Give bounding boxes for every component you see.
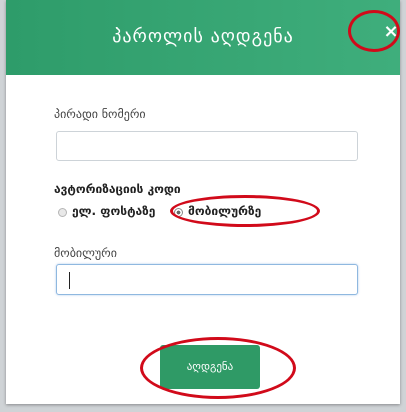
auth-code-label: ავტორიზაციის კოდი bbox=[54, 182, 181, 196]
password-recovery-modal: პაროლის აღდგენა × პირადი ნომერი ავტორიზა… bbox=[6, 0, 400, 404]
radio-mobile[interactable] bbox=[174, 208, 183, 217]
radio-email[interactable] bbox=[58, 208, 67, 217]
radio-mobile-label[interactable]: მობილურზე bbox=[188, 204, 261, 218]
mobile-input[interactable] bbox=[56, 264, 358, 295]
close-button[interactable]: × bbox=[382, 23, 400, 41]
mobile-label: მობილური bbox=[54, 246, 117, 260]
radio-email-label[interactable]: ელ. ფოსტაზე bbox=[72, 204, 155, 218]
modal-header: პაროლის აღდგენა × bbox=[6, 0, 400, 75]
personal-number-label: პირადი ნომერი bbox=[54, 107, 146, 121]
modal-title: პაროლის აღდგენა bbox=[112, 26, 294, 47]
recover-button[interactable]: აღდგენა bbox=[160, 345, 260, 389]
personal-number-input[interactable] bbox=[56, 131, 358, 161]
text-caret bbox=[69, 272, 70, 289]
